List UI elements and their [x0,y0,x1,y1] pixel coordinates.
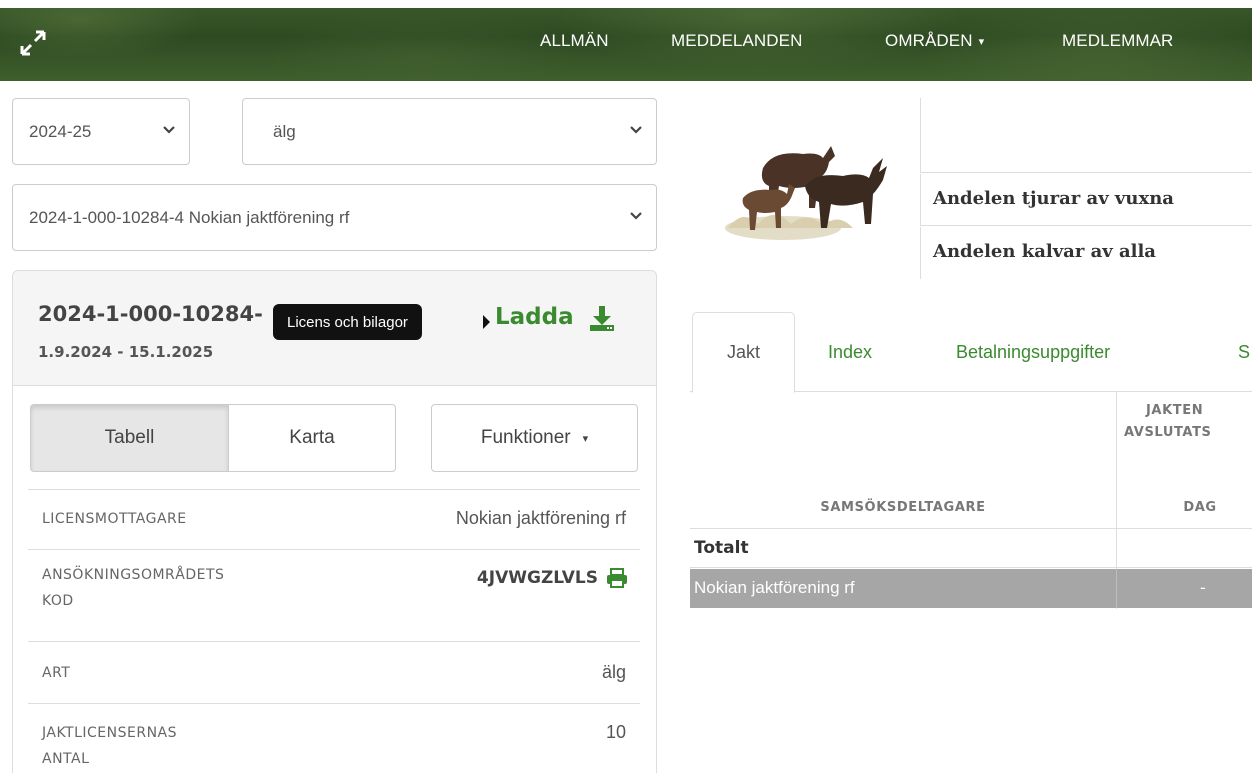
area-code: 4JVWGZLVLS [476,568,598,588]
info-label-line: KOD [42,593,74,609]
expand-icon[interactable] [18,28,48,58]
nav-item-medlemmar[interactable]: MEDLEMMAR [1062,31,1173,51]
info-row-species: ART älg [28,641,640,703]
tab-tabell[interactable]: Tabell [30,404,229,472]
column-header-line: JAKTEN [1146,403,1204,418]
info-label: JAKTLICENSERNAS ANTAL [42,720,177,772]
permit-select-value: 2024-1-000-10284-4 Nokian jaktförening r… [29,207,350,227]
print-icon[interactable] [606,568,628,588]
info-row-licenses: JAKTLICENSERNAS ANTAL 10 [28,703,640,773]
nav-item-allman[interactable]: ALLMÄN [540,31,609,51]
top-border [0,0,1252,8]
member-value: - [1200,578,1206,597]
column-header-day: DAG [1183,500,1217,515]
permit-title: 2024-1-000-10284- [38,302,263,326]
stats-label: Andelen kalvar av alla [933,241,1156,262]
nav-item-omraden-label: OMRÅDEN [885,31,973,50]
caret-down-icon: ▾ [978,36,985,49]
tooltip-arrow [483,315,490,329]
nav-item-omraden[interactable]: OMRÅDEN ▾ [885,31,984,51]
species-select-value: älg [273,121,296,141]
tab-next[interactable]: S [1238,312,1250,392]
stats-label: Andelen tjurar av vuxna [933,188,1174,209]
column-header-ended: JAKTEN AVSLUTATS [1124,400,1252,444]
total-label: Totalt [694,538,749,558]
info-label-line: ANTAL [42,751,90,767]
moose-illustration [725,146,887,240]
table-row-total: Totalt [690,530,1252,568]
column-header-participants: SAMSÖKSDELTAGARE [820,500,986,515]
season-select-value: 2024-25 [29,121,92,141]
info-row-recipient: LICENSMOTTAGARE Nokian jaktförening rf [28,489,640,549]
info-value: Nokian jaktförening rf [455,508,626,528]
permit-panel-header: 2024-1-000-10284- 1.9.2024 - 15.1.2025 L… [13,271,656,386]
top-nav-bar: ALLMÄN MEDDELANDEN OMRÅDEN ▾ MEDLEMMAR [0,0,1252,81]
info-value: 10 [605,722,626,742]
stats-header-row [920,98,1252,173]
permit-panel: 2024-1-000-10284- 1.9.2024 - 15.1.2025 L… [12,270,657,773]
permit-dates: 1.9.2024 - 15.1.2025 [38,343,214,361]
nav-item-meddelanden[interactable]: MEDDELANDEN [671,31,802,51]
info-row-area-code: ANSÖKNINGSOMRÅDETS KOD 4JVWGZLVLS [28,549,640,641]
permit-select[interactable]: 2024-1-000-10284-4 Nokian jaktförening r… [12,184,657,251]
info-label: LICENSMOTTAGARE [42,511,187,527]
info-label: ART [42,665,71,681]
info-label-line: ANSÖKNINGSOMRÅDETS [42,567,225,583]
stats-row: Andelen kalvar av alla [920,227,1252,279]
tab-index[interactable]: Index [828,312,872,392]
functions-dropdown[interactable]: Funktioner ▾ [431,404,638,472]
functions-dropdown-label: Funktioner [480,427,571,448]
tab-jakt[interactable]: Jakt [692,312,795,393]
table-row[interactable]: Nokian jaktförening rf - [690,569,1252,608]
caret-down-icon: ▾ [582,432,589,445]
download-link[interactable]: Ladda [495,304,574,330]
column-divider [1116,530,1117,568]
tab-payment[interactable]: Betalningsuppgifter [956,312,1110,392]
download-icon[interactable] [588,304,616,332]
tab-karta[interactable]: Karta [228,404,396,472]
chevron-down-icon [163,125,175,134]
column-header-line: AVSLUTATS [1124,425,1212,440]
season-select[interactable]: 2024-25 [12,98,190,165]
info-value: älg [601,662,626,682]
chevron-down-icon [630,125,642,134]
member-name: Nokian jaktförening rf [694,578,855,597]
tooltip: Licens och bilagor [273,304,422,340]
column-divider [1116,569,1117,608]
grid-header: SAMSÖKSDELTAGARE JAKTEN AVSLUTATS DAG [690,392,1252,609]
detail-tabs: Jakt Index Betalningsuppgifter S [690,312,1252,393]
info-label: ANSÖKNINGSOMRÅDETS KOD [42,562,224,614]
species-select[interactable]: älg [242,98,657,165]
area-code-value: 4JVWGZLVLS [477,568,628,588]
info-label-line: JAKTLICENSERNAS [42,725,178,741]
chevron-down-icon [630,211,642,220]
stats-row: Andelen tjurar av vuxna [920,174,1252,226]
